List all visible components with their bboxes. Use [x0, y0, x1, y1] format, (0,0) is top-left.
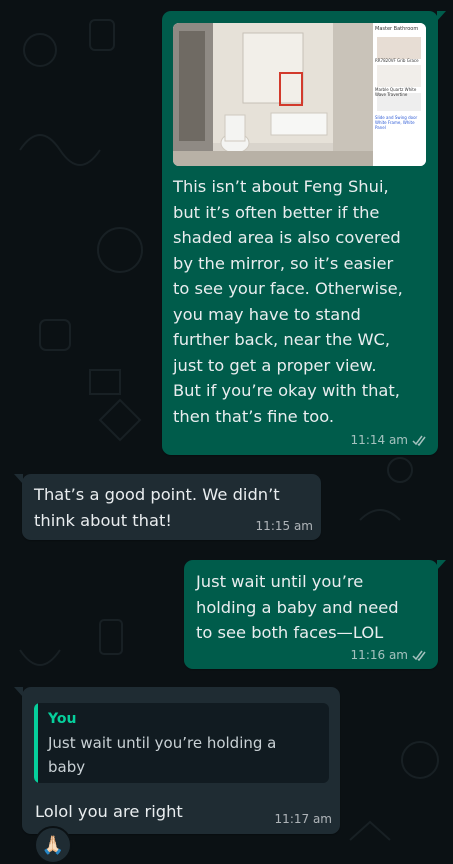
bubble-tail: [437, 11, 446, 21]
praying-hands-icon: 🙏🏻: [41, 834, 65, 856]
double-check-icon: [412, 650, 428, 661]
message-meta: 11:15 am: [256, 519, 313, 533]
quote-accent-bar: [34, 703, 38, 783]
message-time: 11:15 am: [255, 519, 313, 533]
reaction-badge[interactable]: 🙏🏻: [34, 826, 72, 864]
marble-label: Marble Quartz White Wave Travertine: [375, 87, 417, 97]
message-text: Just wait until you’re holding a baby an…: [196, 572, 399, 642]
panel-title: Master Bathroom: [375, 26, 419, 32]
quote-text: Just wait until you’re holding a baby an…: [48, 734, 296, 783]
message-time: 11:14 am: [350, 433, 408, 447]
incoming-reply-message[interactable]: You Just wait until you’re holding a bab…: [14, 687, 340, 834]
message-meta: 11:17 am: [275, 812, 332, 826]
bubble-tail: [14, 474, 23, 484]
message-time: 11:16 am: [350, 648, 408, 662]
message-text: This isn’t about Feng Shui, but it’s oft…: [173, 177, 403, 426]
message-time: 11:17 am: [274, 812, 332, 826]
bathroom-render-image[interactable]: Master Bathroom RR7820VF Grib Grace Marb…: [173, 23, 426, 166]
quote-author: You: [48, 711, 77, 727]
bubble-tail: [437, 560, 446, 570]
door-link-label: Slide and Swing door White Frame, White …: [375, 115, 418, 130]
double-check-icon: [412, 435, 428, 446]
outgoing-message-image[interactable]: Master Bathroom RR7820VF Grib Grace Marb…: [162, 11, 446, 455]
incoming-message[interactable]: That’s a good point. We didn’t think abo…: [14, 474, 321, 540]
message-meta: 11:16 am: [351, 648, 428, 662]
swatch-label: RR7820VF Grib Grace: [375, 58, 419, 63]
message-meta: 11:14 am: [351, 433, 428, 447]
bubble-tail: [14, 687, 23, 697]
quoted-message[interactable]: You Just wait until you’re holding a bab…: [34, 703, 329, 783]
message-text: Lolol you are right: [35, 802, 183, 821]
outgoing-message[interactable]: Just wait until you’re holding a baby an…: [184, 560, 446, 669]
